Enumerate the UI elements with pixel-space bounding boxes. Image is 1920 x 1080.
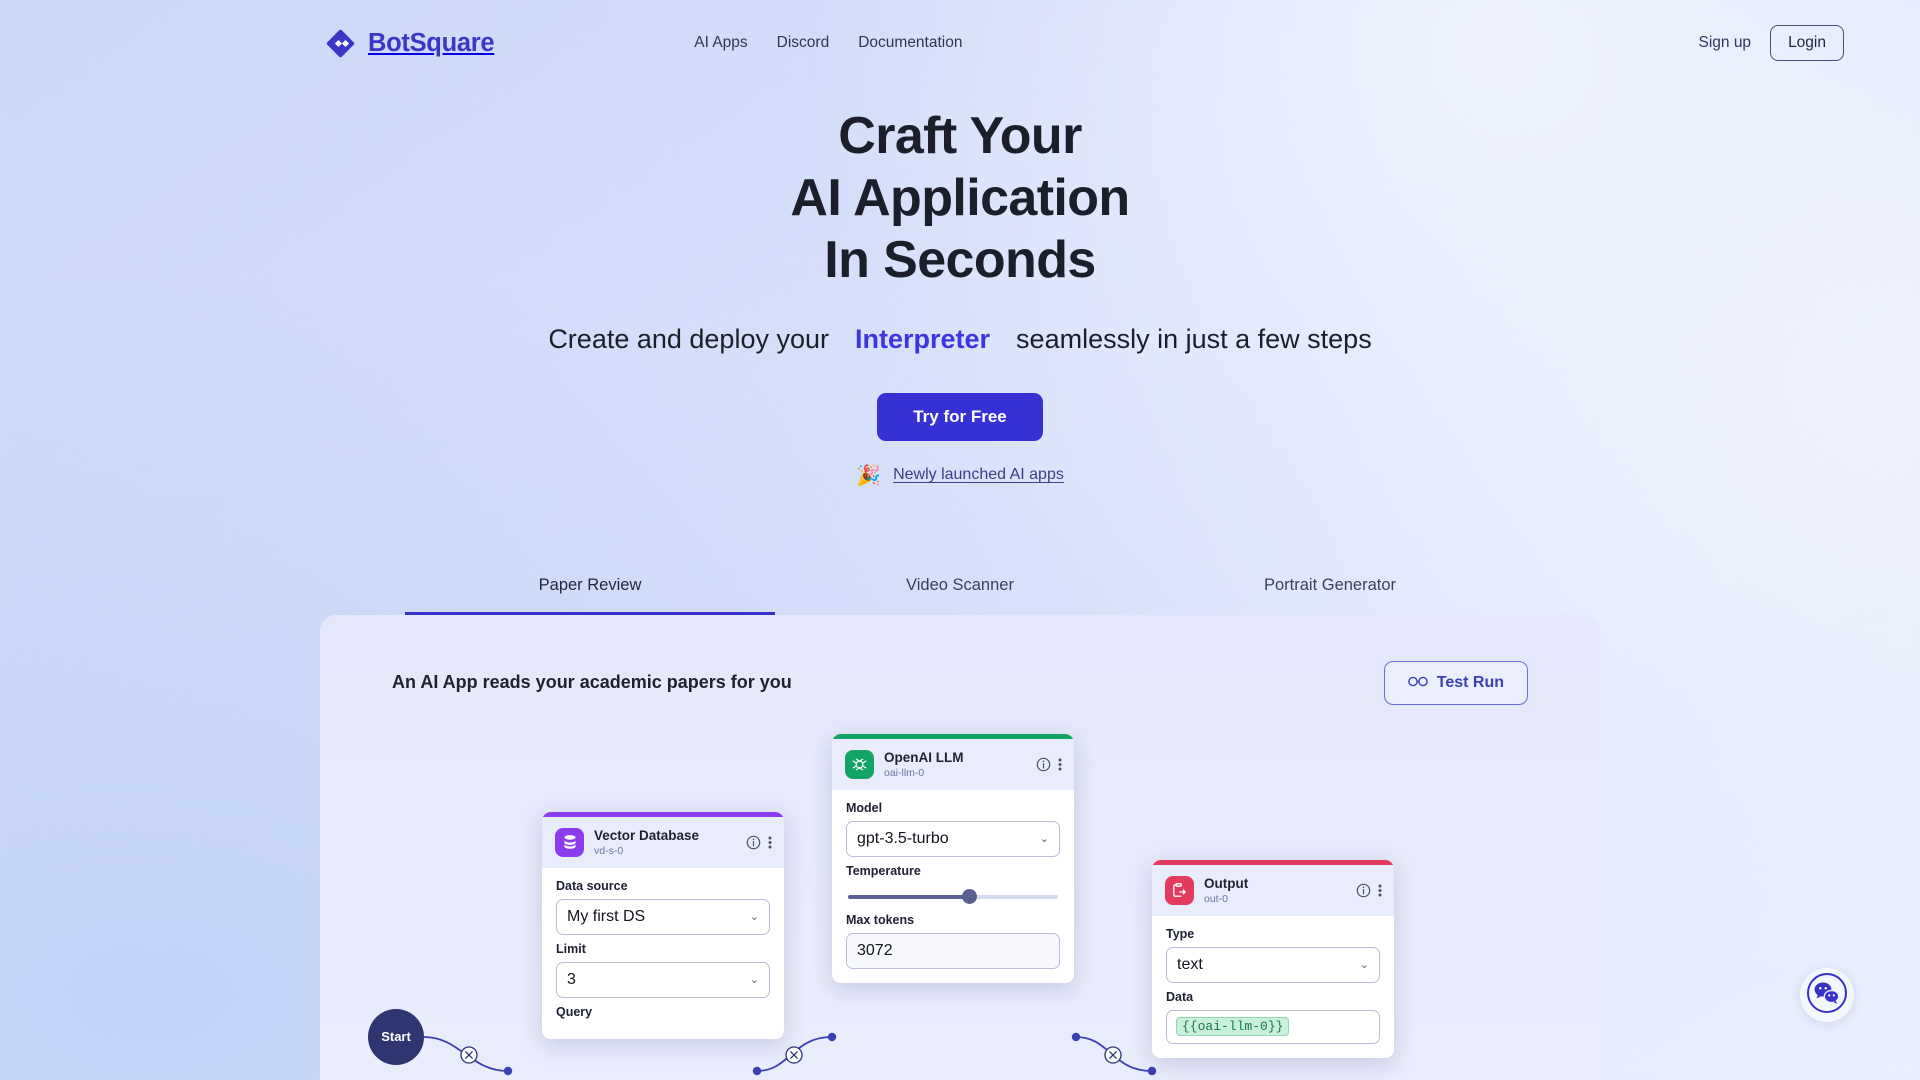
tab-paper-review[interactable]: Paper Review — [405, 576, 775, 615]
field-label-query: Query — [556, 1004, 593, 1019]
field-label-model: Model — [846, 800, 883, 815]
field-label-type: Type — [1166, 926, 1195, 941]
node-header: Output out-0 — [1152, 864, 1394, 916]
sign-up-link[interactable]: Sign up — [1698, 34, 1751, 52]
chevron-down-icon: ⌄ — [1359, 959, 1369, 972]
field-label-max-tokens: Max tokens — [846, 912, 915, 927]
auth-actions: Sign up Login — [1698, 25, 1844, 61]
party-popper-icon: 🎉 — [856, 464, 882, 487]
showcase-tabs: Paper Review Video Scanner Portrait Gene… — [405, 576, 1515, 615]
node-title: Vector Database — [594, 827, 700, 843]
nav-link-discord[interactable]: Discord — [777, 34, 830, 52]
database-icon — [555, 827, 584, 857]
info-icon[interactable] — [746, 835, 761, 850]
field-label-data-source: Data source — [556, 878, 628, 893]
headline-line-2: AI Application — [790, 168, 1130, 227]
flow-node-openai-llm[interactable]: OpenAI LLM oai-llm-0 Model gpt-3.5-turbo… — [832, 733, 1074, 983]
subtitle-accent-word: Interpreter — [855, 323, 991, 354]
top-navigation-bar: BotSquare AI Apps Discord Documentation … — [0, 0, 1920, 86]
node-body: Model gpt-3.5-turbo ⌄ Temperature Max to… — [832, 789, 1074, 983]
chevron-down-icon: ⌄ — [749, 974, 759, 987]
brand-name: BotSquare — [368, 28, 495, 57]
node-header: OpenAI LLM oai-llm-0 — [832, 738, 1074, 790]
brand-logo-link[interactable]: BotSquare — [325, 28, 495, 59]
nav-link-documentation[interactable]: Documentation — [858, 34, 962, 52]
app-preview-panel: An AI App reads your academic papers for… — [320, 614, 1600, 1080]
start-node-label: Start — [381, 1029, 411, 1045]
chevron-down-icon: ⌄ — [1039, 833, 1049, 846]
nav-link-ai-apps[interactable]: AI Apps — [694, 34, 747, 52]
field-label-limit: Limit — [556, 941, 586, 956]
model-select[interactable]: gpt-3.5-turbo ⌄ — [846, 820, 1060, 857]
subtitle-suffix: seamlessly in just a few steps — [1016, 323, 1372, 354]
node-title: Output — [1204, 875, 1249, 891]
data-source-select[interactable]: My first DS ⌄ — [556, 898, 770, 935]
flow-node-vector-database[interactable]: Vector Database vd-s-0 Data source My fi… — [542, 811, 784, 1039]
node-header: Vector Database vd-s-0 — [542, 816, 784, 868]
subtitle-prefix: Create and deploy your — [548, 323, 829, 354]
model-value: gpt-3.5-turbo — [857, 829, 949, 847]
limit-select[interactable]: 3 ⌄ — [556, 961, 770, 998]
main-nav-links: AI Apps Discord Documentation — [694, 34, 962, 52]
slider-handle[interactable] — [961, 888, 977, 904]
slider-fill — [848, 894, 970, 899]
output-type-select[interactable]: text ⌄ — [1166, 946, 1380, 983]
node-title: OpenAI LLM — [884, 749, 964, 765]
field-label-temperature: Temperature — [846, 863, 921, 878]
flow-canvas[interactable]: Start Vector Database vd-s-0 Data source… — [320, 615, 1600, 1080]
page-title: Craft Your AI Application In Seconds — [0, 106, 1920, 292]
diamond-logo-icon — [325, 28, 356, 59]
node-id: out-0 — [1204, 892, 1228, 905]
newly-launched-banner: 🎉 Newly launched AI apps — [0, 463, 1920, 488]
tab-portrait-generator[interactable]: Portrait Generator — [1145, 576, 1515, 615]
max-tokens-value: 3072 — [857, 941, 893, 959]
info-icon[interactable] — [1036, 757, 1051, 772]
openai-icon — [845, 749, 874, 779]
start-node[interactable]: Start — [368, 1008, 424, 1065]
output-data-input[interactable]: {{oai-llm-0}} — [1166, 1009, 1380, 1044]
node-id: oai-llm-0 — [884, 766, 925, 779]
variable-token: {{oai-llm-0}} — [1176, 1016, 1290, 1036]
node-body: Data source My first DS ⌄ Limit 3 ⌄ Quer… — [542, 867, 784, 1039]
try-for-free-button[interactable]: Try for Free — [877, 392, 1043, 441]
clipboard-export-icon — [1165, 875, 1194, 905]
output-type-value: text — [1177, 955, 1203, 973]
node-body: Type text ⌄ Data {{oai-llm-0}} — [1152, 915, 1394, 1058]
info-icon[interactable] — [1356, 883, 1371, 898]
chat-widget-button[interactable] — [1800, 968, 1854, 1022]
flow-node-output[interactable]: Output out-0 Type text ⌄ Data {{oai-llm-… — [1152, 859, 1394, 1058]
chevron-down-icon: ⌄ — [749, 911, 759, 924]
node-id: vd-s-0 — [594, 844, 624, 857]
limit-value: 3 — [567, 970, 576, 988]
more-options-icon[interactable] — [768, 835, 772, 850]
temperature-slider[interactable] — [846, 884, 1060, 906]
tab-video-scanner[interactable]: Video Scanner — [775, 576, 1145, 615]
hero-subtitle: Create and deploy your Interpreter seaml… — [0, 324, 1920, 355]
max-tokens-input[interactable]: 3072 — [846, 932, 1060, 969]
hero-section: Craft Your AI Application In Seconds Cre… — [0, 106, 1920, 488]
chat-bubbles-icon — [1806, 972, 1848, 1019]
more-options-icon[interactable] — [1058, 757, 1062, 772]
newly-launched-link[interactable]: Newly launched AI apps — [893, 466, 1064, 484]
login-button[interactable]: Login — [1770, 25, 1844, 61]
field-label-data: Data — [1166, 989, 1194, 1004]
headline-line-1: Craft Your — [838, 107, 1082, 165]
more-options-icon[interactable] — [1378, 883, 1382, 898]
data-source-value: My first DS — [567, 907, 646, 925]
headline-line-3: In Seconds — [824, 230, 1096, 289]
